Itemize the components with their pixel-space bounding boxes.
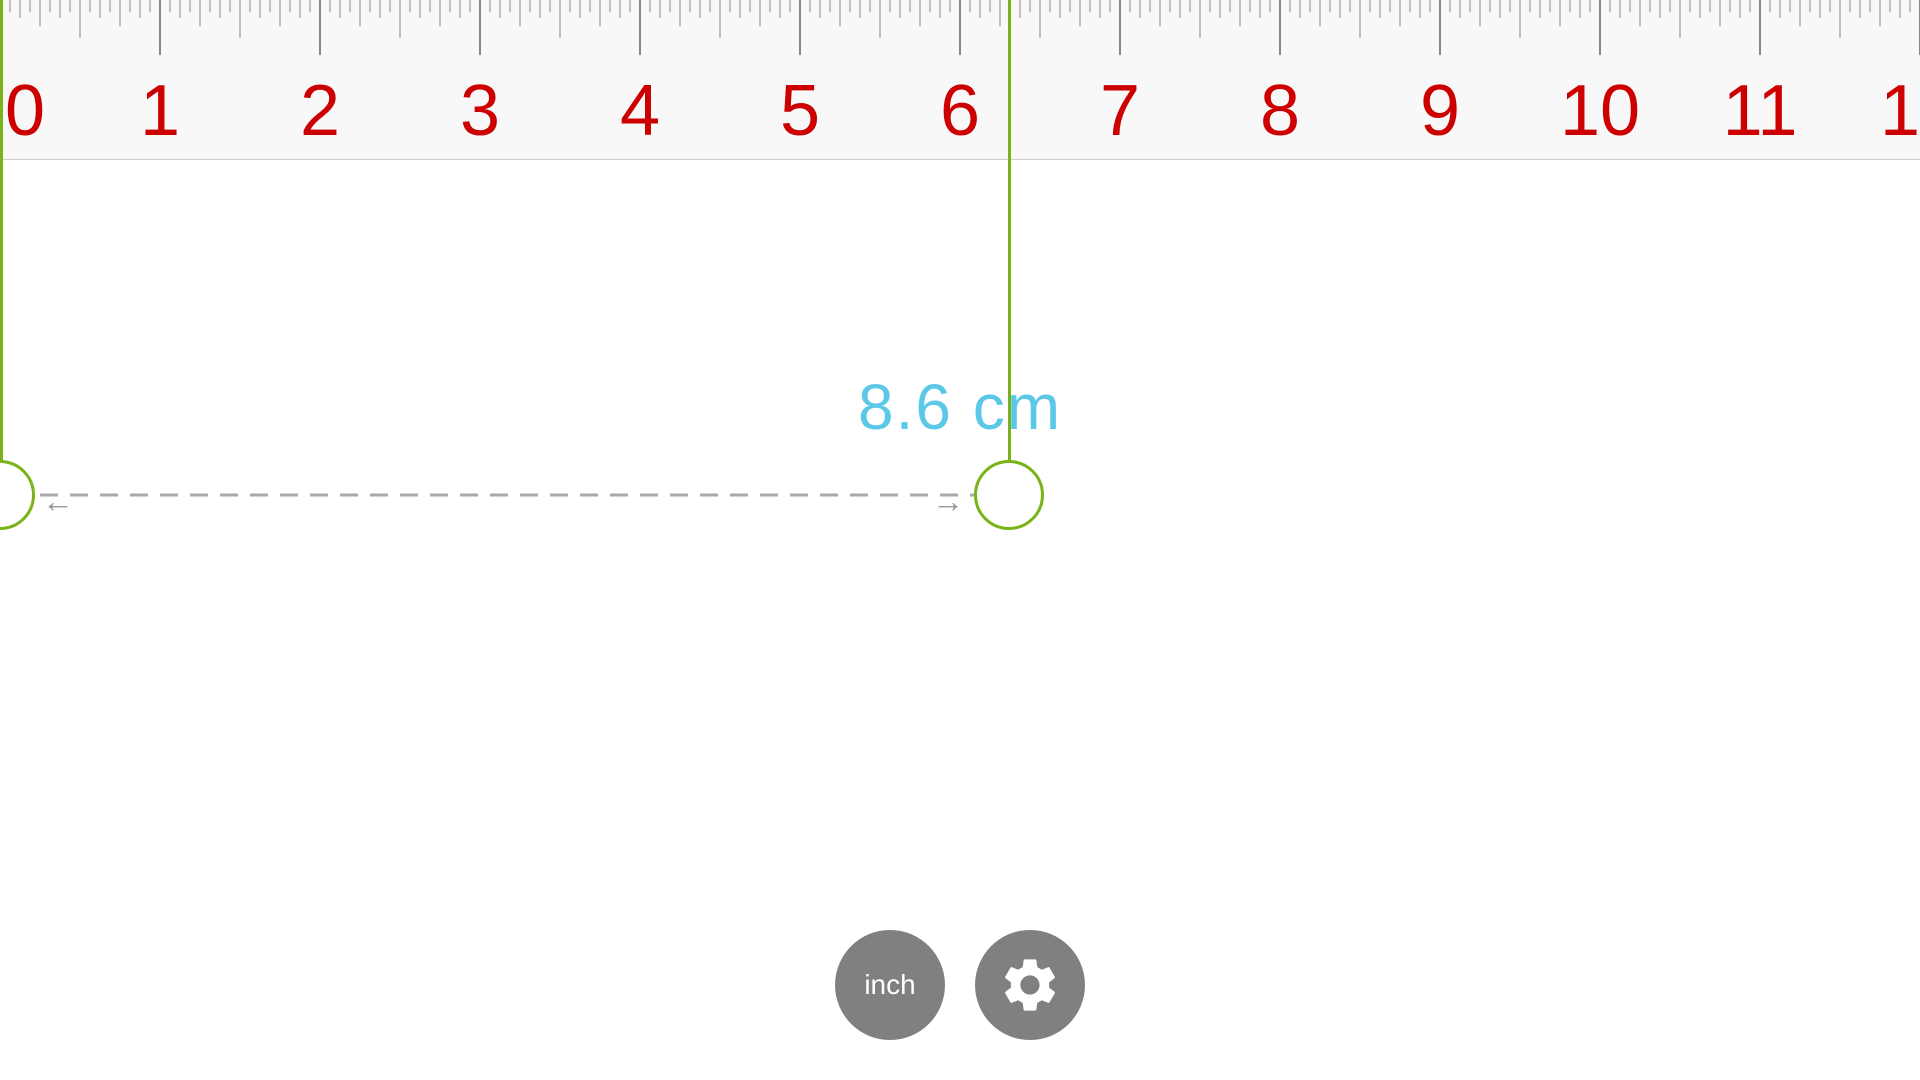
- dashed-line: [0, 465, 1060, 525]
- measurement-value: 8.6 cm: [0, 370, 1920, 444]
- arrow-left-icon: ←: [42, 483, 74, 520]
- inch-button[interactable]: inch: [835, 930, 945, 1040]
- svg-text:8: 8: [1260, 71, 1300, 151]
- svg-text:7: 7: [1100, 71, 1140, 151]
- ruler: 0123456789101112: [0, 0, 1920, 160]
- svg-text:10: 10: [1560, 71, 1640, 151]
- svg-text:12: 12: [1880, 71, 1920, 151]
- gear-icon: [998, 953, 1062, 1017]
- arrow-right-icon: →: [932, 483, 964, 520]
- bottom-controls: inch: [0, 930, 1920, 1040]
- right-endpoint-circle[interactable]: [974, 460, 1044, 530]
- svg-text:5: 5: [780, 71, 820, 151]
- settings-button[interactable]: [975, 930, 1085, 1040]
- svg-text:1: 1: [140, 71, 180, 151]
- inch-button-label: inch: [864, 969, 915, 1001]
- svg-text:9: 9: [1420, 71, 1460, 151]
- svg-text:4: 4: [620, 71, 660, 151]
- svg-text:11: 11: [1723, 71, 1798, 151]
- svg-text:2: 2: [300, 71, 340, 151]
- svg-text:3: 3: [460, 71, 500, 151]
- svg-text:0: 0: [5, 71, 45, 151]
- svg-text:6: 6: [940, 71, 980, 151]
